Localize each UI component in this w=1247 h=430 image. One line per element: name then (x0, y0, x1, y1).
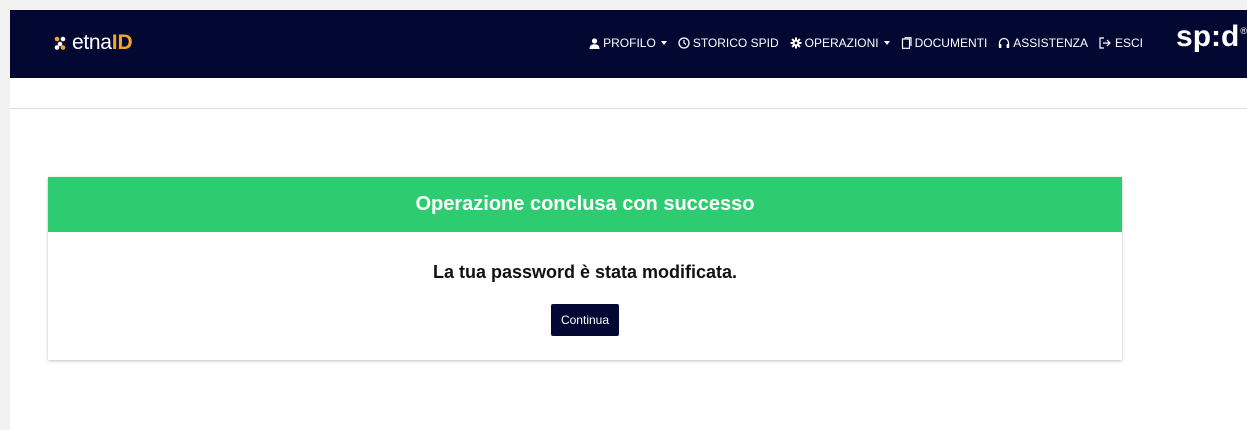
sub-header-bar (10, 78, 1247, 109)
logo-accent-text: ID (111, 31, 133, 54)
nav-esci-label: ESCI (1114, 36, 1143, 50)
nav-storico-spid-label: STORICO SPID (692, 36, 779, 50)
top-navbar: etna ID PROFILO STORICO SPID OPERAZIONI … (10, 10, 1247, 78)
page: etna ID PROFILO STORICO SPID OPERAZIONI … (10, 10, 1247, 430)
nav-operazioni[interactable]: OPERAZIONI (790, 36, 890, 50)
success-card: Operazione conclusa con successo La tua … (48, 177, 1122, 360)
nav-profilo[interactable]: PROFILO (589, 36, 667, 50)
success-message: La tua password è stata modificata. (432, 262, 738, 282)
chevron-down-icon (660, 41, 667, 45)
user-icon (589, 37, 600, 49)
headset-icon (999, 37, 1010, 48)
spid-logo: sp:d ® (1176, 22, 1247, 52)
nav-menu: PROFILO STORICO SPID OPERAZIONI DOCUMENT… (578, 33, 1143, 53)
logo-dots-icon (54, 36, 66, 50)
nav-operazioni-label: OPERAZIONI (804, 36, 879, 50)
nav-documenti-label: DOCUMENTI (914, 36, 988, 50)
document-icon (901, 37, 912, 49)
nav-assistenza-label: ASSISTENZA (1013, 36, 1088, 50)
nav-documenti[interactable]: DOCUMENTI (901, 36, 988, 50)
spid-registered-mark: ® (1240, 26, 1247, 36)
clock-icon (678, 37, 690, 49)
etnaid-logo[interactable]: etna ID (54, 30, 133, 56)
card-header: Operazione conclusa con successo (48, 177, 1122, 232)
nav-storico-spid[interactable]: STORICO SPID (678, 36, 779, 50)
chevron-down-icon (883, 41, 890, 45)
nav-esci[interactable]: ESCI (1099, 36, 1143, 50)
spid-logo-text: sp:d (1176, 20, 1240, 53)
logout-icon (1099, 37, 1111, 49)
gear-icon (790, 37, 802, 49)
logo-text: etna (72, 31, 112, 54)
nav-assistenza[interactable]: ASSISTENZA (998, 36, 1088, 50)
continue-button[interactable]: Continua (550, 304, 620, 336)
nav-profilo-label: PROFILO (603, 36, 656, 50)
card-body: La tua password è stata modificata. Cont… (48, 262, 1122, 336)
